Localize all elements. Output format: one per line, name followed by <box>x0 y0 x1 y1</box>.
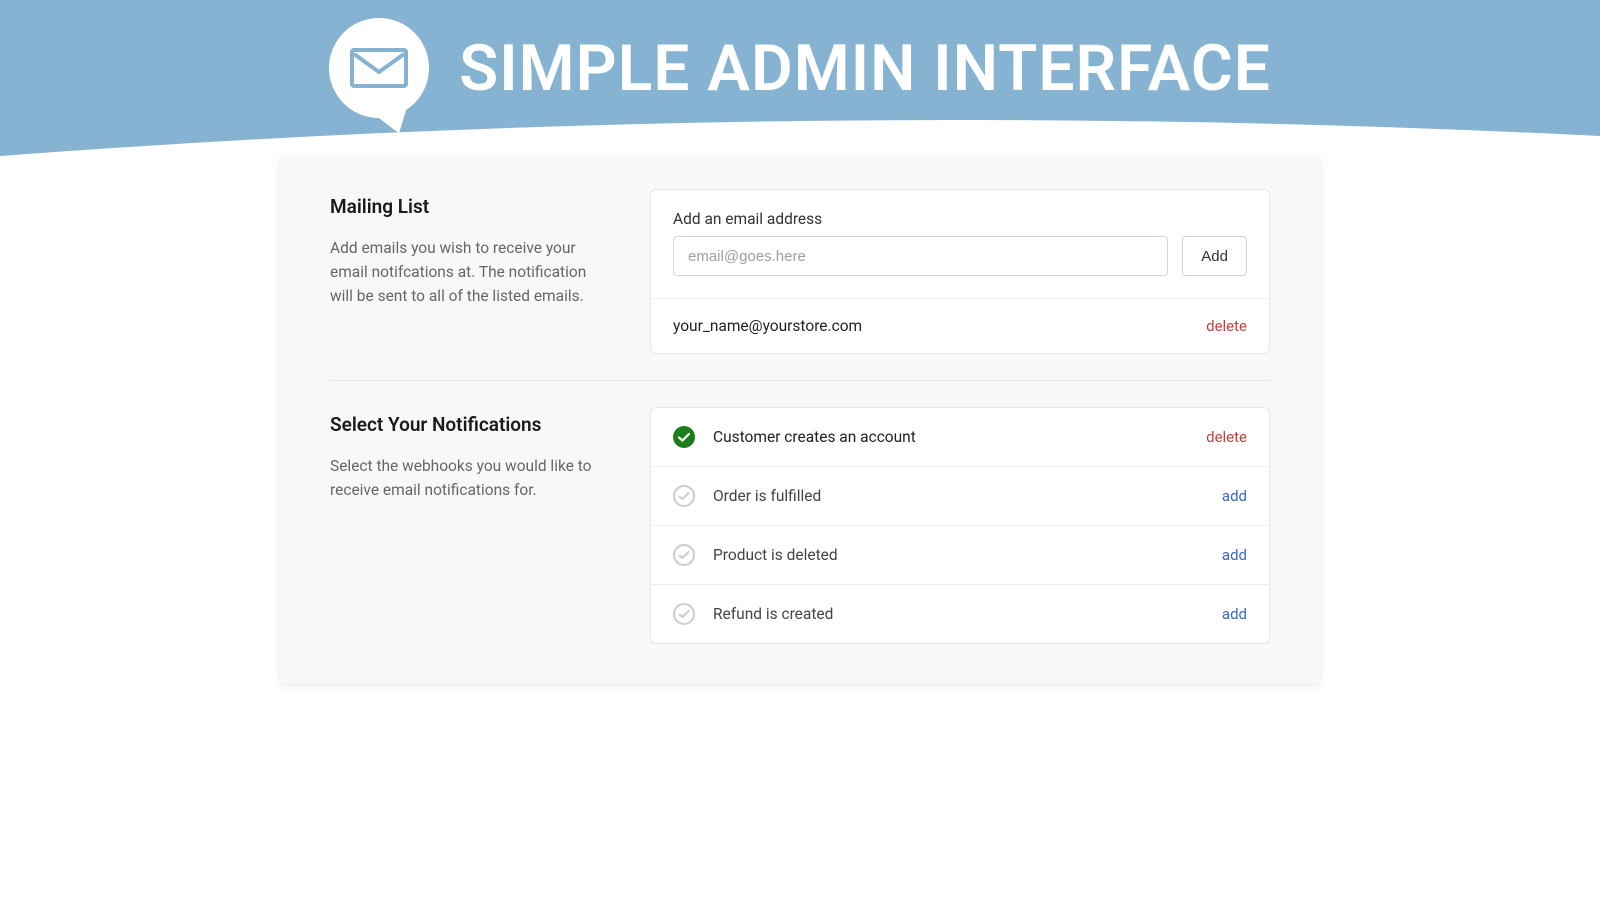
mailing-title: Mailing List <box>330 195 610 218</box>
notification-row: Customer creates an account delete <box>651 408 1269 466</box>
hero-banner: SIMPLE ADMIN INTERFACE <box>0 0 1600 165</box>
notification-label: Customer creates an account <box>713 428 916 446</box>
check-inactive-icon <box>673 485 695 507</box>
notifications-section: Select Your Notifications Select the web… <box>280 407 1320 644</box>
mailing-section: Mailing List Add emails you wish to rece… <box>280 189 1320 354</box>
notification-row: Refund is created add <box>651 584 1269 643</box>
check-active-icon <box>673 426 695 448</box>
logo-bubble <box>329 18 429 118</box>
email-field-label: Add an email address <box>673 210 1247 228</box>
mailing-desc: Add emails you wish to receive your emai… <box>330 236 610 308</box>
delete-email-link[interactable]: delete <box>1206 317 1247 335</box>
hero-title: SIMPLE ADMIN INTERFACE <box>459 31 1271 106</box>
check-inactive-icon <box>673 603 695 625</box>
email-row: your_name@yourstore.com delete <box>651 298 1269 353</box>
notifications-title: Select Your Notifications <box>330 413 610 436</box>
add-email-button[interactable]: Add <box>1182 236 1247 276</box>
check-inactive-icon <box>673 544 695 566</box>
notification-label: Order is fulfilled <box>713 487 821 505</box>
notifications-desc: Select the webhooks you would like to re… <box>330 454 610 502</box>
notification-row: Product is deleted add <box>651 525 1269 584</box>
email-input[interactable] <box>673 236 1168 276</box>
section-divider <box>330 380 1270 381</box>
email-address: your_name@yourstore.com <box>673 317 862 335</box>
notification-delete-link[interactable]: delete <box>1206 428 1247 446</box>
notification-add-link[interactable]: add <box>1222 546 1247 564</box>
mail-icon <box>350 48 408 88</box>
mailing-panel: Add an email address Add your_name@yours… <box>650 189 1270 354</box>
notification-row: Order is fulfilled add <box>651 466 1269 525</box>
notification-label: Product is deleted <box>713 546 838 564</box>
notifications-panel: Customer creates an account delete Order… <box>650 407 1270 644</box>
notification-add-link[interactable]: add <box>1222 605 1247 623</box>
admin-card: Mailing List Add emails you wish to rece… <box>280 157 1320 684</box>
notification-add-link[interactable]: add <box>1222 487 1247 505</box>
notification-label: Refund is created <box>713 605 833 623</box>
